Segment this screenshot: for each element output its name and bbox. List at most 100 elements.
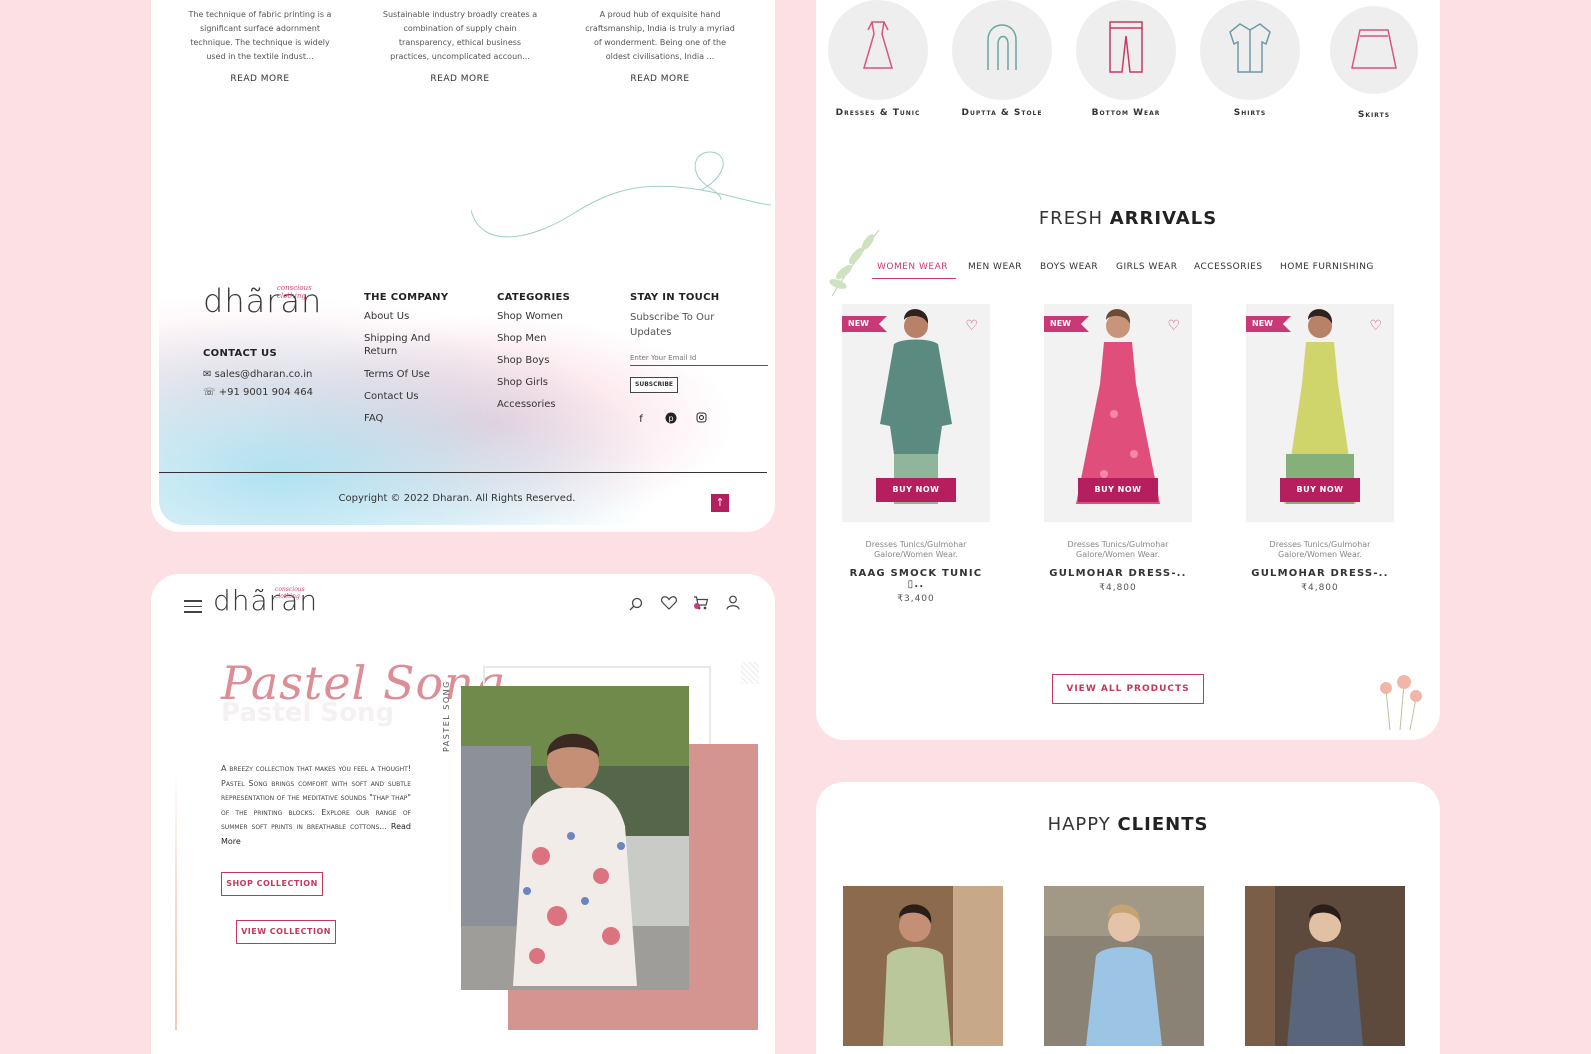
tab-men-wear[interactable]: MEN WEAR: [968, 262, 1022, 272]
view-collection-button[interactable]: VIEW COLLECTION: [236, 920, 336, 944]
stole-icon: [952, 0, 1052, 100]
subscribe-text: Subscribe To Our Updates: [630, 312, 715, 338]
newsletter-email-input[interactable]: [630, 350, 768, 366]
product-image[interactable]: NEW ♡ BUY NOW: [842, 304, 990, 522]
dress-icon: [828, 0, 928, 100]
blog-teaser: Sustainable industry broadly creates a c…: [381, 8, 539, 85]
user-icon[interactable]: [726, 595, 740, 614]
collection-hero-card: dhãran conscious clothing Pastel Song Pa…: [151, 574, 775, 1054]
phone-icon: ☏: [203, 387, 216, 398]
footer-link-faq[interactable]: FAQ: [364, 412, 383, 425]
read-more-link[interactable]: READ MORE: [630, 74, 689, 84]
footer-link-girls[interactable]: Shop Girls: [497, 376, 548, 389]
product-price: ₹4,800: [1301, 583, 1339, 593]
back-to-top-button[interactable]: ↑: [711, 494, 729, 512]
client-photo: [1044, 886, 1204, 1046]
buy-now-button[interactable]: BUY NOW: [1280, 478, 1360, 502]
product-category: Dresses Tunics/Gulmohar Galore/Women Wea…: [865, 540, 967, 559]
product-image[interactable]: NEW ♡ BUY NOW: [1044, 304, 1192, 522]
product-image[interactable]: NEW ♡ BUY NOW: [1246, 304, 1394, 522]
buy-now-button[interactable]: BUY NOW: [1078, 478, 1158, 502]
shop-collection-button[interactable]: SHOP COLLECTION: [221, 872, 323, 896]
category-bottom-wear[interactable]: Bottom Wear: [1070, 0, 1182, 118]
category-skirts[interactable]: Skirts: [1318, 6, 1430, 120]
blog-excerpt: Sustainable industry broadly creates a c…: [382, 10, 538, 61]
menu-icon[interactable]: [184, 596, 202, 617]
hero-model-photo: [461, 686, 689, 990]
product-category: Dresses Tunics/Gulmohar Galore/Women Wea…: [1067, 540, 1169, 559]
category-shirts[interactable]: Shirts: [1194, 0, 1306, 118]
categories-heading: CATEGORIES: [497, 292, 571, 303]
phone-contact[interactable]: ☏ +91 9001 904 464: [203, 386, 313, 399]
mail-icon: ✉: [203, 369, 212, 380]
flower-decoration: [1380, 675, 1422, 731]
product-name[interactable]: GULMOHAR DRESS-..: [1044, 568, 1192, 579]
footer-divider: [159, 472, 767, 473]
wishlist-heart-icon[interactable]: ♡: [965, 318, 978, 334]
product-category: Dresses Tunics/Gulmohar Galore/Women Wea…: [1269, 540, 1371, 559]
wishlist-heart-icon[interactable]: ♡: [1167, 318, 1180, 334]
view-all-products-button[interactable]: VIEW ALL PRODUCTS: [1052, 674, 1204, 704]
happy-clients-card: HAPPY CLIENTS: [816, 782, 1440, 1054]
tab-boys-wear[interactable]: BOYS WEAR: [1040, 262, 1098, 272]
blog-excerpt: The technique of fabric printing is a si…: [188, 10, 332, 61]
product-name[interactable]: GULMOHAR DRESS-..: [1246, 568, 1394, 579]
blog-excerpt: A proud hub of exquisite hand craftsmans…: [585, 10, 735, 61]
copyright-text: Copyright © 2022 Dharan. All Rights Rese…: [338, 493, 576, 504]
footer-link-about[interactable]: About Us: [364, 310, 409, 323]
footer-card: The technique of fabric printing is a si…: [151, 0, 775, 532]
footer-link-accessories[interactable]: Accessories: [497, 398, 556, 411]
blog-teaser: A proud hub of exquisite hand craftsmans…: [581, 8, 739, 85]
trousers-icon: [1076, 0, 1176, 100]
product-card[interactable]: NEW ♡ BUY NOW Dresses Tunics/Gulmohar Ga…: [842, 304, 990, 604]
client-photo: [843, 886, 1003, 1046]
arrivals-title: FRESH ARRIVALS: [1038, 208, 1218, 229]
fresh-arrivals-card: Dresses & Tunic Duptta & Stole Bottom We…: [816, 0, 1440, 740]
email-contact[interactable]: ✉ sales@dharan.co.in: [203, 368, 312, 381]
tab-girls-wear[interactable]: GIRLS WEAR: [1116, 262, 1177, 272]
footer-link-terms[interactable]: Terms Of Use: [364, 368, 430, 381]
tab-women-wear[interactable]: WOMEN WEAR: [877, 262, 948, 272]
footer-link-contact[interactable]: Contact Us: [364, 390, 419, 403]
product-card[interactable]: NEW ♡ BUY NOW Dresses Tunics/Gulmohar Ga…: [1044, 304, 1192, 593]
footer-link-men[interactable]: Shop Men: [497, 332, 546, 345]
footer-link-shipping[interactable]: Shipping And Return: [364, 332, 444, 358]
arrow-up-icon: ↑: [715, 496, 725, 509]
buy-now-button[interactable]: BUY NOW: [876, 478, 956, 502]
contact-heading: CONTACT US: [203, 348, 277, 359]
decorative-thread: [471, 151, 771, 238]
product-card[interactable]: NEW ♡ BUY NOW Dresses Tunics/Gulmohar Ga…: [1246, 304, 1394, 593]
shirt-icon: [1200, 0, 1300, 100]
client-photo: [1245, 886, 1405, 1046]
category-dresses[interactable]: Dresses & Tunic: [822, 0, 934, 118]
brand-logo[interactable]: dhãran conscious clothing: [203, 282, 322, 320]
instagram-icon[interactable]: [693, 412, 709, 428]
read-more-link[interactable]: READ MORE: [430, 74, 489, 84]
blog-teaser: The technique of fabric printing is a si…: [181, 8, 339, 85]
product-name[interactable]: RAAG SMOCK TUNIC ▯..: [842, 568, 990, 590]
read-more-link[interactable]: READ MORE: [230, 74, 289, 84]
svg-text:p: p: [668, 414, 673, 423]
clients-title: HAPPY CLIENTS: [1047, 814, 1209, 835]
product-price: ₹3,400: [897, 594, 935, 604]
skirt-icon: [1330, 6, 1418, 94]
touch-heading: STAY IN TOUCH: [630, 292, 720, 303]
product-price: ₹4,800: [1099, 583, 1137, 593]
hero-description: A breezy collection that makes you feel …: [221, 764, 412, 846]
facebook-icon[interactable]: f: [633, 412, 649, 428]
tab-accessories[interactable]: ACCESSORIES: [1194, 262, 1263, 272]
wishlist-heart-icon[interactable]: ♡: [1369, 318, 1382, 334]
footer-link-boys[interactable]: Shop Boys: [497, 354, 549, 367]
company-heading: THE COMPANY: [364, 292, 449, 303]
pattern-swatch: [741, 662, 759, 684]
subscribe-button[interactable]: SUBSCRIBE: [630, 377, 679, 393]
category-dupatta[interactable]: Duptta & Stole: [946, 0, 1058, 118]
search-icon[interactable]: [629, 596, 643, 615]
pinterest-icon[interactable]: p: [663, 412, 679, 428]
wishlist-icon[interactable]: [661, 595, 677, 614]
active-tab-underline: [872, 278, 956, 279]
tab-home-furnishing[interactable]: HOME FURNISHING: [1280, 262, 1374, 272]
cart-icon[interactable]: [693, 595, 709, 615]
footer-link-women[interactable]: Shop Women: [497, 310, 563, 323]
brand-logo[interactable]: dhãran conscious clothing: [213, 584, 318, 617]
